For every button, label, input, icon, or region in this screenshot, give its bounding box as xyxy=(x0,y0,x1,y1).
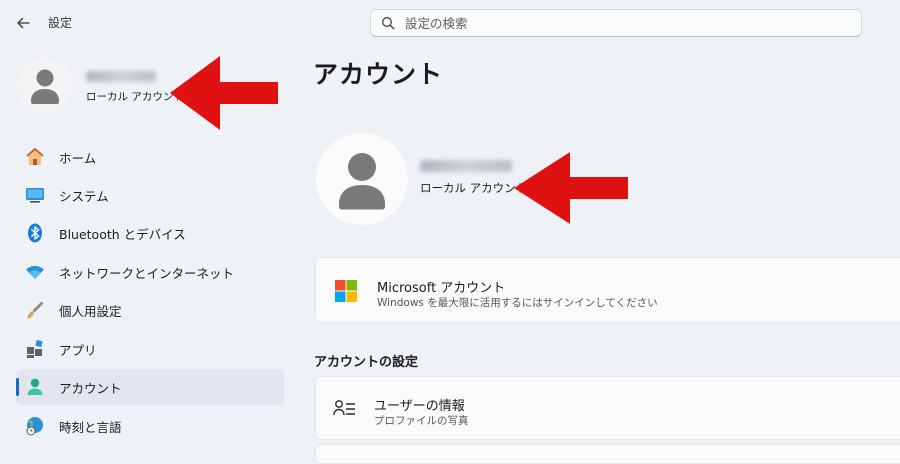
search-box[interactable] xyxy=(370,9,862,37)
back-button[interactable] xyxy=(10,10,36,36)
back-arrow-icon xyxy=(17,17,30,29)
search-input[interactable] xyxy=(405,15,845,31)
user-info-icon xyxy=(333,399,357,423)
globe-clock-icon xyxy=(24,415,46,437)
sidebar-item-apps[interactable]: アプリ xyxy=(16,331,284,367)
sidebar-item-bluetooth[interactable]: Bluetooth とデバイス xyxy=(16,215,284,251)
sidebar-avatar[interactable] xyxy=(17,57,73,113)
sidebar-item-network[interactable]: ネットワークとインターネット xyxy=(16,254,284,290)
user-info-title: ユーザーの情報 xyxy=(374,399,465,414)
sidebar-item-label: ホーム xyxy=(59,150,97,166)
profile-avatar[interactable] xyxy=(316,133,408,225)
annotation-arrow-sidebar xyxy=(170,56,278,130)
sidebar-account-type: ローカル アカウント xyxy=(86,91,184,103)
active-indicator xyxy=(16,378,19,396)
sidebar-item-label: アプリ xyxy=(59,342,97,358)
system-monitor-icon xyxy=(24,184,46,206)
sidebar-item-label: 個人用設定 xyxy=(59,303,122,319)
next-settings-card[interactable] xyxy=(315,444,900,464)
sidebar-item-personalization[interactable]: 個人用設定 xyxy=(16,292,284,328)
microsoft-logo-icon xyxy=(335,280,357,306)
sidebar-item-system[interactable]: システム xyxy=(16,177,284,213)
profile-name-blurred xyxy=(420,160,512,172)
microsoft-account-title: Microsoft アカウント xyxy=(377,281,506,296)
microsoft-account-card[interactable]: Microsoft アカウント Windows を最大限に活用するにはサインイン… xyxy=(315,257,900,323)
sidebar-item-label: Bluetooth とデバイス xyxy=(59,226,186,242)
sidebar-item-time-language[interactable]: 時刻と言語 xyxy=(16,408,284,444)
sidebar-item-label: 時刻と言語 xyxy=(59,419,122,435)
home-icon xyxy=(24,146,46,168)
section-title-account-settings: アカウントの設定 xyxy=(314,355,419,370)
microsoft-account-subtitle: Windows を最大限に活用するにはサインインしてください xyxy=(377,297,658,309)
sidebar-user-name-blurred xyxy=(86,71,156,82)
page-title: アカウント xyxy=(313,60,444,89)
apps-icon xyxy=(24,338,46,360)
profile-account-type: ローカル アカウント xyxy=(420,181,528,195)
sidebar-item-label: ネットワークとインターネット xyxy=(59,265,235,281)
wifi-icon xyxy=(24,261,46,283)
sidebar-item-accounts[interactable]: アカウント xyxy=(16,369,284,405)
bluetooth-icon xyxy=(24,222,46,244)
person-silhouette-icon xyxy=(31,69,59,104)
account-icon xyxy=(24,376,46,398)
app-title: 設定 xyxy=(48,16,73,30)
sidebar-item-label: アカウント xyxy=(59,380,122,396)
sidebar-item-home[interactable]: ホーム xyxy=(16,139,284,175)
sidebar-item-label: システム xyxy=(59,188,109,204)
annotation-arrow-main xyxy=(514,152,628,224)
user-info-card[interactable]: ユーザーの情報 プロファイルの写真 xyxy=(315,376,900,440)
paintbrush-icon xyxy=(24,299,46,321)
search-icon xyxy=(371,16,405,30)
person-silhouette-icon xyxy=(339,153,385,210)
user-info-subtitle: プロファイルの写真 xyxy=(374,415,469,427)
